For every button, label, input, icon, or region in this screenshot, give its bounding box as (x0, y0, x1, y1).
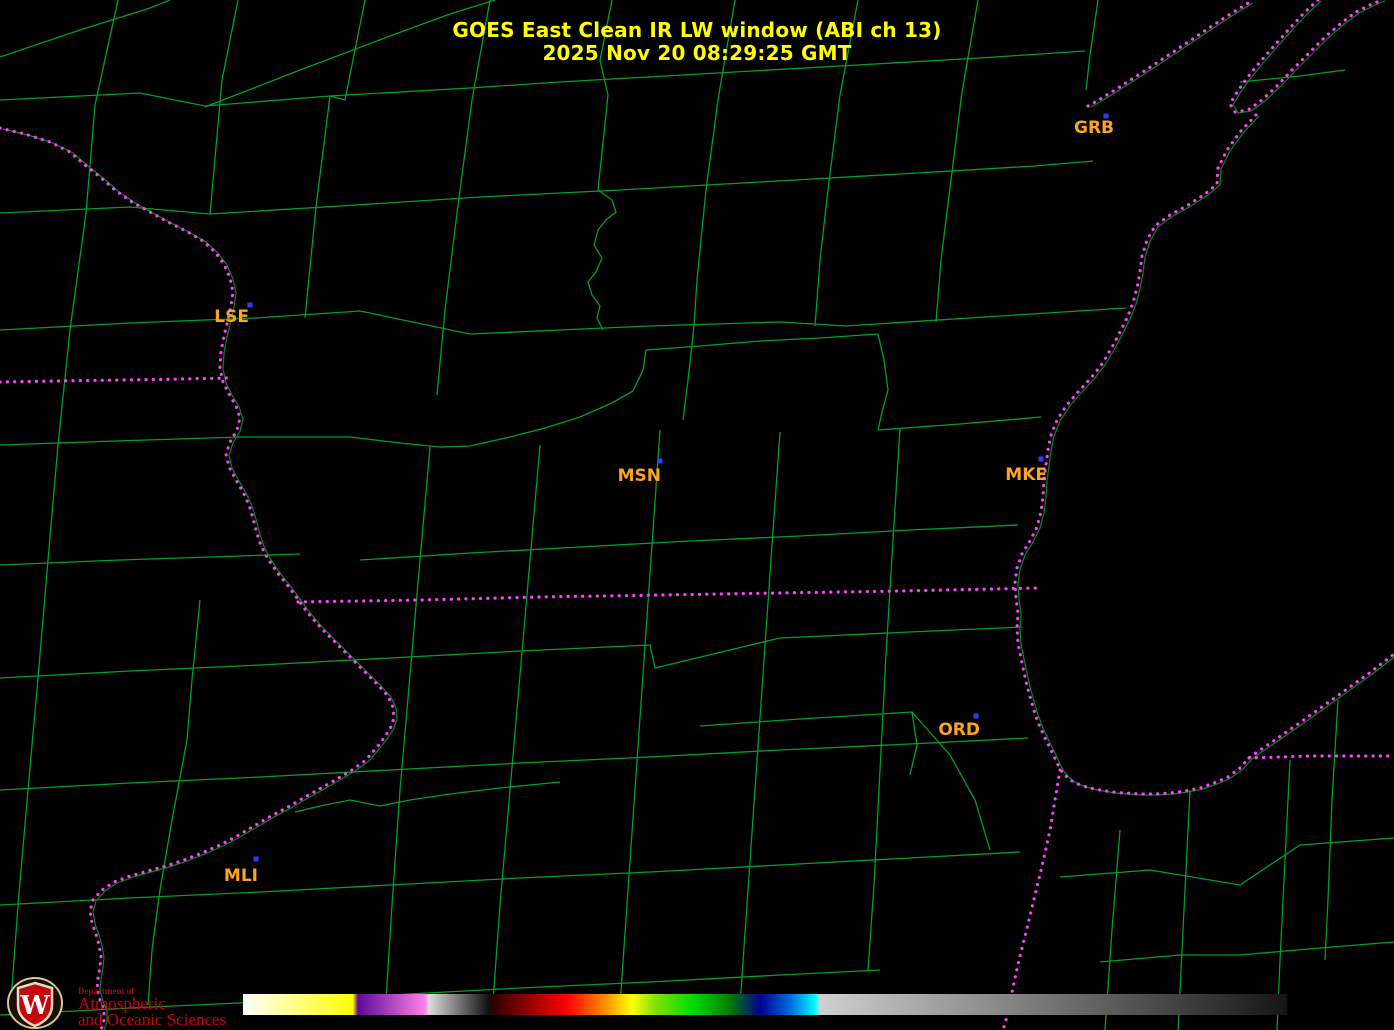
county-line (699, 711, 918, 776)
county-line (491, 444, 541, 1016)
logo-line2: and Oceanic Sciences (78, 1010, 227, 1029)
il-in-border (1001, 768, 1062, 1030)
state-border-east (1247, 754, 1394, 760)
lake-michigan-shoreline (1013, 113, 1394, 796)
station-label-MSN: MSN (618, 466, 661, 486)
station-label-LSE: LSE (214, 307, 249, 327)
uw-aos-logo: W Department of Atmospheric and Oceanic … (6, 977, 226, 1030)
county-line (294, 781, 561, 813)
logo-dept-line: Department of (78, 986, 135, 996)
station-dot-ORD (973, 713, 979, 719)
ir-temperature-colorbar (243, 994, 1288, 1015)
station-dot-MSN (657, 458, 663, 464)
county-line (0, 349, 647, 448)
county-line (0, 553, 301, 566)
county-line (147, 599, 201, 1006)
county-line (0, 307, 1127, 335)
county-line (0, 160, 1094, 215)
county-line (1324, 699, 1339, 961)
county-line (619, 429, 661, 1006)
station-label-ORD: ORD (938, 720, 980, 740)
logo-text: Department of Atmospheric and Oceanic Sc… (78, 986, 226, 1028)
county-line (0, 626, 1023, 679)
satellite-image-viewport: GRB LSE MSN MKE ORD MLI GOES East Clean IR LW… (0, 0, 1394, 1030)
county-line (877, 416, 1042, 431)
station-dot-MLI (253, 856, 259, 862)
county-line (877, 333, 889, 431)
station-label-MLI: MLI (224, 866, 258, 886)
image-title-block: GOES East Clean IR LW window (ABI ch 13)… (0, 19, 1394, 65)
county-line (587, 189, 617, 331)
county-line (0, 851, 1021, 906)
product-title: GOES East Clean IR LW window (ABI ch 13) (452, 18, 942, 42)
county-line (1276, 759, 1291, 1030)
county-line (1099, 954, 1240, 963)
logo-line1: Atmospheric (78, 994, 166, 1013)
mn-ia-border (0, 376, 229, 384)
lake-michigan-shoreline-shoreline (1017, 115, 1394, 796)
county-line (739, 431, 781, 1006)
map-canvas: GRB LSE MSN MKE ORD MLI (0, 0, 1394, 1030)
uw-crest-icon: W (7, 977, 63, 1029)
county-line (867, 427, 901, 971)
county-line (1059, 837, 1394, 886)
county-line (1239, 941, 1394, 956)
wi-il-border (296, 586, 1039, 604)
station-label-GRB: GRB (1074, 118, 1114, 138)
county-line (359, 524, 1019, 561)
county-line (645, 333, 879, 351)
station-label-MKE: MKE (1005, 465, 1047, 485)
svg-text:W: W (19, 991, 50, 1021)
timestamp: 2025 Nov 20 08:29:25 GMT (542, 41, 852, 65)
station-dot-MKE (1038, 456, 1044, 462)
county-line (9, 0, 119, 1016)
